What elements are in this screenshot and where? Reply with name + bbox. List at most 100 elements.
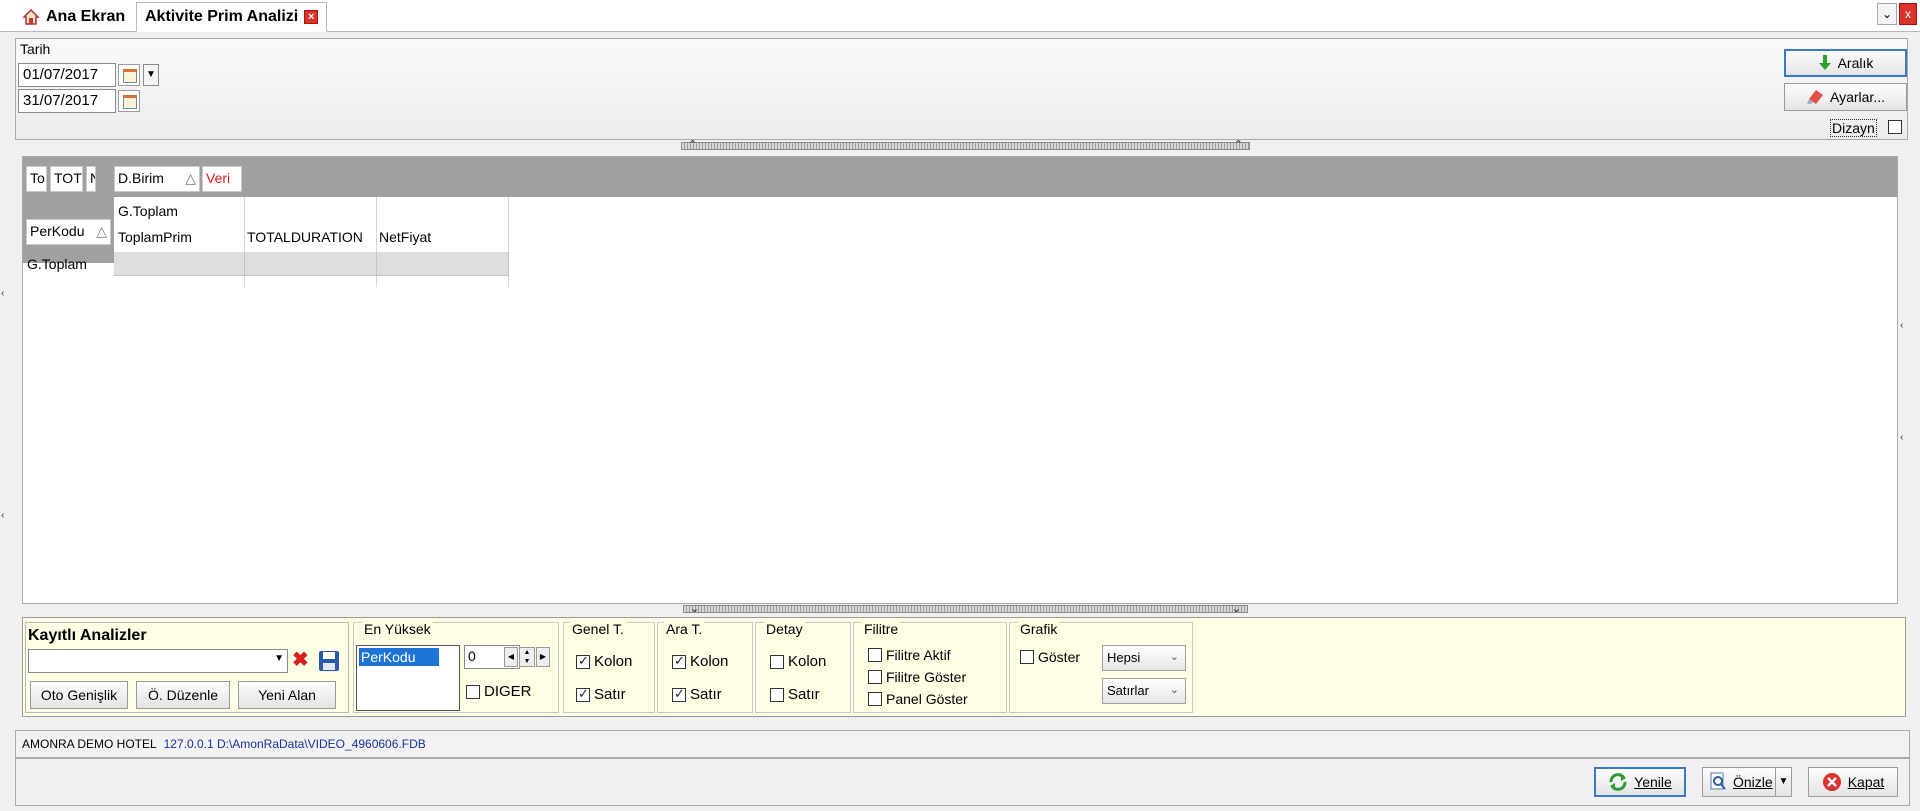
saved-analyses-select[interactable]: ▼	[28, 649, 288, 673]
left-collapse-icon[interactable]: ‹	[1, 288, 4, 299]
data-cell[interactable]	[245, 252, 377, 276]
data-field-header: NetFiyat	[379, 229, 432, 245]
tarih-label: Tarih	[20, 41, 51, 57]
column-grand-total-header: G.Toplam	[118, 203, 178, 219]
ara-t-title: Ara T.	[664, 621, 705, 637]
sort-icon: △	[96, 223, 107, 239]
diger-option[interactable]: DIGER	[466, 683, 532, 700]
pivot-grid: To TOT N D.Birim △ Veri PerKodu △ G.Topl…	[22, 156, 1898, 604]
o-duzenle-button[interactable]: Ö. Düzenle	[136, 681, 230, 709]
eraser-icon	[1807, 90, 1823, 104]
filitre-aktif-option[interactable]: Filitre Aktif	[868, 647, 951, 663]
grafik-axis-select[interactable]: Satırlar ⌄	[1102, 678, 1186, 704]
row-grand-total-label: G.Toplam	[27, 256, 87, 272]
yenile-button[interactable]: Yenile	[1594, 767, 1686, 797]
genel-kolon-checkbox[interactable]	[576, 653, 590, 669]
field-label: Veri	[206, 170, 231, 186]
ayarlar-button[interactable]: Ayarlar...	[1784, 83, 1907, 111]
ara-kolon-checkbox[interactable]	[672, 653, 686, 669]
yeni-alan-button[interactable]: Yeni Alan	[238, 681, 336, 709]
diger-checkbox[interactable]	[466, 684, 480, 699]
filitre-goster-checkbox[interactable]	[868, 670, 882, 684]
kapat-label: Kapat	[1847, 774, 1885, 790]
preview-icon	[1710, 772, 1726, 790]
chevron-down-icon[interactable]: ▼	[1775, 768, 1791, 796]
window-menu-button[interactable]: ⌄	[1877, 3, 1897, 25]
ara-kolon-option[interactable]: Kolon	[672, 653, 728, 670]
filitre-group: Filitre Filitre Aktif Filitre Göster Pan…	[853, 621, 1007, 713]
step-right-icon[interactable]: ▶	[536, 647, 550, 667]
tab-label: Aktivite Prim Analizi	[145, 8, 299, 25]
list-item[interactable]: PerKodu	[359, 648, 439, 666]
panel-goster-option[interactable]: Panel Göster	[868, 691, 968, 707]
pivot-filter-field[interactable]: TOT	[50, 166, 83, 192]
en-yuksek-group: En Yüksek PerKodu 0 ◀ ▲ ▼ ▶ DIGER	[353, 621, 559, 713]
detay-kolon-checkbox[interactable]	[770, 654, 784, 669]
data-cell[interactable]	[114, 252, 245, 276]
pivot-data-field-veri[interactable]: Veri	[202, 166, 242, 192]
close-circle-icon	[1822, 773, 1841, 791]
genel-satir-option[interactable]: Satır	[576, 686, 626, 703]
grafik-title: Grafik	[1018, 621, 1060, 637]
save-icon[interactable]	[318, 650, 340, 672]
filitre-aktif-checkbox[interactable]	[868, 648, 882, 662]
pivot-filter-field[interactable]: N	[86, 166, 96, 192]
calendar-icon[interactable]	[118, 90, 140, 112]
satir-label: Satır	[594, 686, 626, 703]
grafik-scope-select[interactable]: Hepsi ⌄	[1102, 645, 1186, 671]
aralik-label: Aralık	[1837, 55, 1874, 71]
filitre-goster-option[interactable]: Filitre Göster	[868, 669, 966, 685]
delete-icon[interactable]: ✖	[292, 650, 309, 670]
calendar-icon[interactable]	[118, 64, 140, 86]
tab-ana-ekran[interactable]: Ana Ekran	[14, 2, 133, 32]
ara-satir-checkbox[interactable]	[672, 686, 686, 702]
bottom-splitter[interactable]: ⌄ ⌄	[683, 603, 1248, 615]
window-close-button[interactable]: x	[1899, 3, 1917, 25]
ara-t-group: Ara T. Kolon Satır	[657, 621, 753, 713]
genel-kolon-option[interactable]: Kolon	[576, 653, 632, 670]
arrow-down-icon	[1818, 55, 1831, 70]
step-updown-icon[interactable]: ▲ ▼	[519, 647, 535, 667]
filitre-aktif-label: Filitre Aktif	[886, 647, 951, 663]
date-range-dropdown[interactable]: ▼	[143, 64, 159, 86]
saved-analyses-title: Kayıtlı Analizler	[28, 627, 147, 644]
detay-kolon-option[interactable]: Kolon	[770, 653, 826, 670]
right-collapse-icon[interactable]: ‹	[1900, 432, 1903, 443]
footer-bar: Yenile Önizle ▼ Kapat	[15, 758, 1910, 806]
pivot-row-field-perkodu[interactable]: PerKodu △	[26, 219, 111, 245]
data-field-header: ToplamPrim	[118, 229, 192, 245]
aralik-button[interactable]: Aralık	[1784, 49, 1907, 77]
oto-genislik-button[interactable]: Oto Genişlik	[30, 681, 128, 709]
chevron-down-icon: ⌄	[1169, 684, 1179, 696]
status-bar: AMONRA DEMO HOTEL 127.0.0.1 D:\AmonRaDat…	[15, 730, 1910, 758]
right-collapse-icon[interactable]: ‹	[1900, 320, 1903, 331]
panel-goster-checkbox[interactable]	[868, 692, 882, 706]
detay-satir-option[interactable]: Satır	[770, 686, 820, 703]
ayarlar-label: Ayarlar...	[1830, 89, 1885, 105]
pivot-filter-area: To TOT N D.Birim △ Veri	[23, 157, 1897, 197]
detay-group: Detay Kolon Satır	[755, 621, 851, 713]
kapat-button[interactable]: Kapat	[1808, 767, 1898, 797]
top-splitter[interactable]: ⌃ ⌃	[681, 139, 1250, 151]
dizayn-checkbox[interactable]	[1888, 120, 1902, 134]
ara-satir-option[interactable]: Satır	[672, 686, 722, 703]
pivot-filter-field[interactable]: To	[26, 166, 47, 192]
dizayn-label: Dizayn	[1830, 119, 1877, 137]
detay-satir-checkbox[interactable]	[770, 687, 784, 702]
data-cell[interactable]	[377, 252, 509, 276]
date-to-input[interactable]: 31/07/2017	[18, 89, 116, 113]
onizle-button[interactable]: Önizle ▼	[1702, 767, 1792, 797]
grafik-goster-checkbox[interactable]	[1020, 650, 1034, 664]
date-from-input[interactable]: 01/07/2017	[18, 63, 116, 87]
close-tab-icon[interactable]: ×	[304, 10, 319, 24]
genel-satir-checkbox[interactable]	[576, 686, 590, 702]
home-icon	[22, 8, 40, 25]
left-collapse-icon[interactable]: ‹	[1, 510, 4, 521]
grafik-goster-option[interactable]: Göster	[1020, 649, 1080, 665]
en-yuksek-list[interactable]: PerKodu	[356, 645, 460, 711]
yenile-label: Yenile	[1634, 774, 1672, 790]
step-left-icon[interactable]: ◀	[504, 647, 518, 667]
onizle-label: Önizle	[1733, 774, 1773, 790]
tab-aktivite-prim-analizi[interactable]: Aktivite Prim Analizi ×	[136, 2, 328, 32]
pivot-column-field-dbirim[interactable]: D.Birim △	[114, 166, 200, 192]
